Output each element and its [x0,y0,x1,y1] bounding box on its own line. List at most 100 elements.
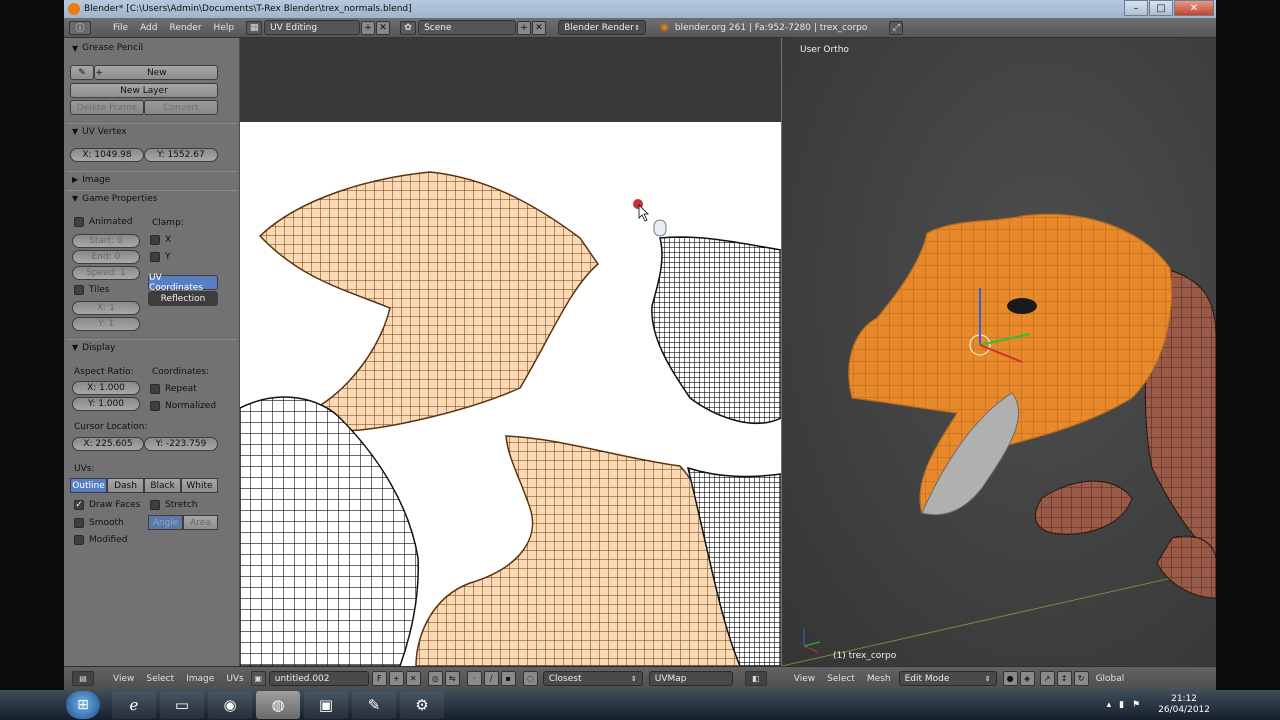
menu-add[interactable]: Add [134,23,163,33]
sync-select-icon[interactable]: ⇆ [444,671,460,686]
aspect-x-field[interactable]: X: 1.000 [72,381,140,395]
uv-coordinates-button[interactable]: UV Coordinates [148,273,218,293]
clamp-y-checkbox[interactable]: Y [150,252,171,262]
uv-editor-type-icon[interactable]: ▤ [72,671,94,686]
file-explorer-icon[interactable]: ▭ [160,691,204,719]
transform-orientation[interactable]: Global [1090,674,1131,684]
game-properties-header[interactable]: ▼ Game Properties [66,190,238,206]
reflection-button[interactable]: Reflection [148,291,218,306]
uv-menu-view[interactable]: View [107,674,140,684]
show-hidden-icon[interactable]: ▴ [1107,700,1112,710]
proportional-edit-icon[interactable]: ◌ [522,671,538,686]
angle-button[interactable]: Angle [148,515,183,530]
delete-scene-button[interactable]: ✕ [532,20,547,35]
modified-checkbox[interactable]: Modified [74,535,127,545]
face-select-icon[interactable]: ▪ [500,671,516,686]
white-button[interactable]: White [181,478,218,493]
paint-icon[interactable]: ✎ [352,691,396,719]
viewport-shading-icon[interactable]: ● [1002,671,1018,686]
clock[interactable]: 21:12 26/04/2012 [1158,694,1210,716]
network-icon[interactable]: ▮ [1119,700,1124,710]
uv-vertex-header[interactable]: ▼ UV Vertex [66,123,238,139]
tiles-checkbox[interactable]: Tiles [74,285,109,295]
info-editor-type-icon[interactable]: ⓘ [69,20,91,35]
windows-start-icon[interactable]: ⊞ [66,691,100,719]
3d-view-editor-type-icon[interactable]: ◧ [744,671,767,686]
rotate-icon[interactable]: ↻ [1073,671,1089,686]
viewport-canvas[interactable] [782,38,1216,666]
uv-menu-select[interactable]: Select [140,674,180,684]
delete-screen-button[interactable]: ✕ [376,20,391,35]
3d-menu-view[interactable]: View [788,674,821,684]
uv-menu-image[interactable]: Image [180,674,220,684]
uv-vertex-y-field[interactable]: Y: 1552.67 [144,148,218,162]
delete-frame-button[interactable]: Delete Frame [70,100,144,115]
draw-faces-checkbox[interactable]: ✓ Draw Faces [74,500,140,510]
pivot-icon[interactable]: ◎ [427,671,443,686]
aspect-y-field[interactable]: Y: 1.000 [72,397,140,411]
display-header[interactable]: ▼ Display [66,339,238,355]
menu-render[interactable]: Render [164,23,208,33]
maximize-button[interactable]: □ [1149,0,1173,16]
repeat-checkbox[interactable]: Repeat [150,384,197,394]
firefox-icon[interactable]: ◉ [208,691,252,719]
new-layer-button[interactable]: New Layer [70,83,218,98]
render-engine-dropdown[interactable]: Blender Render ⇕ [558,20,647,35]
3d-viewport[interactable]: User Ortho (1) trex_corpo [782,38,1216,666]
speed-field[interactable]: Speed: 1 [72,266,140,280]
animated-checkbox[interactable]: Animated [74,217,132,227]
fake-user-button[interactable]: F [371,671,387,686]
pivot-point-icon[interactable]: ◈ [1019,671,1035,686]
uv-canvas[interactable] [240,38,781,666]
black-button[interactable]: Black [144,478,181,493]
image-browse-icon[interactable]: ▣ [250,671,266,686]
cursor-y-field[interactable]: Y: -223.759 [144,437,218,451]
add-image-button[interactable]: + [388,671,404,686]
menu-file[interactable]: File [107,23,134,33]
cursor-x-field[interactable]: X: 225.605 [72,437,144,451]
start-field[interactable]: Start: 0 [72,234,140,248]
image-header[interactable]: ▶ Image [66,171,238,187]
convert-button[interactable]: Convert [144,100,218,115]
snap-element-dropdown[interactable]: Closest ⇕ [542,671,643,686]
3d-menu-mesh[interactable]: Mesh [861,674,897,684]
normalized-checkbox[interactable]: Normalized [150,401,216,411]
close-button[interactable]: ✕ [1174,0,1214,16]
clamp-x-checkbox[interactable]: X [150,235,171,245]
image-name-field[interactable]: untitled.002 [268,671,369,686]
pencil-icon[interactable]: ✎ [70,65,94,80]
edge-select-icon[interactable]: / [483,671,499,686]
screen-layout-icon[interactable]: ▦ [246,20,263,35]
mode-dropdown[interactable]: Edit Mode ⇕ [898,671,997,686]
add-screen-button[interactable]: + [361,20,376,35]
translate-icon[interactable]: ↕ [1056,671,1072,686]
add-scene-button[interactable]: + [517,20,532,35]
media-player-icon[interactable]: ▣ [304,691,348,719]
vertex-select-icon[interactable]: · [466,671,482,686]
screen-layout-field[interactable]: UV Editing [264,20,361,35]
internet-explorer-icon[interactable]: ℯ [112,691,156,719]
scene-icon[interactable]: ✿ [400,20,417,35]
outline-button[interactable]: Outline [70,478,107,493]
area-button[interactable]: Area [183,515,218,530]
blender-taskbar-icon[interactable]: ◍ [256,691,300,719]
new-grease-pencil-button[interactable]: + New [94,65,218,80]
uv-image-editor[interactable] [240,38,781,666]
action-center-icon[interactable]: ⚑ [1132,700,1140,710]
dash-button[interactable]: Dash [107,478,144,493]
scene-field[interactable]: Scene [418,20,517,35]
tiles-x-field[interactable]: X: 1 [72,301,140,315]
tool-app-icon[interactable]: ⚙ [400,691,444,719]
uv-menu-uvs[interactable]: UVs [220,674,249,684]
tiles-y-field[interactable]: Y: 1 [72,317,140,331]
unlink-image-button[interactable]: ✕ [405,671,421,686]
uv-vertex-x-field[interactable]: X: 1049.98 [70,148,144,162]
manipulator-icon[interactable]: ↗ [1039,671,1055,686]
smooth-checkbox[interactable]: Smooth [74,518,124,528]
end-field[interactable]: End: 0 [72,250,140,264]
3d-menu-select[interactable]: Select [821,674,861,684]
minimize-button[interactable]: – [1124,0,1148,16]
stretch-checkbox[interactable]: Stretch [150,500,197,510]
grease-pencil-header[interactable]: ▼ Grease Pencil [66,40,238,56]
uvmap-field[interactable]: UVMap [648,671,733,686]
